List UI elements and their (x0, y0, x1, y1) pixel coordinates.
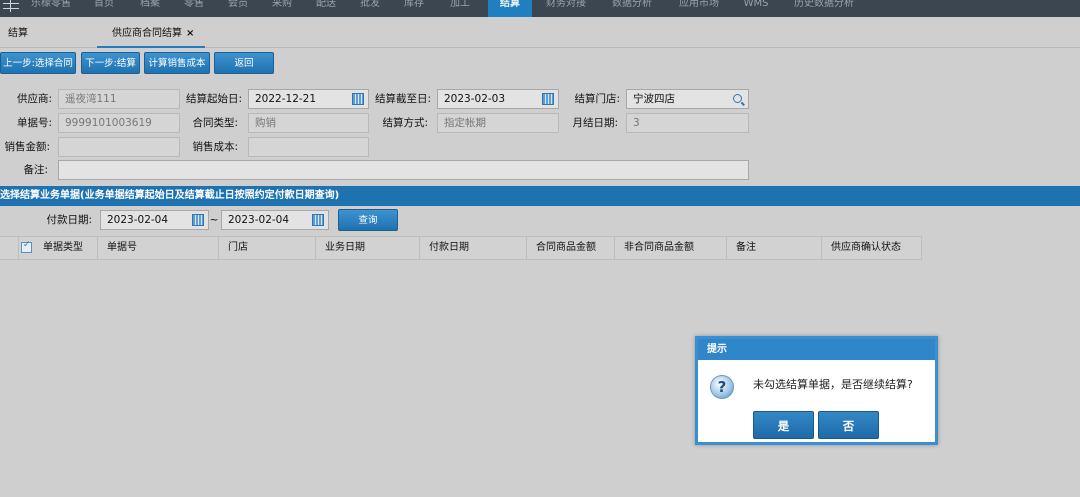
nav-item-finance[interactable]: 财务对接 (540, 0, 592, 17)
settle-method-field: 指定帐期 (437, 113, 559, 133)
pay-date-from-value: 2023-02-04 (107, 214, 169, 226)
nav-item-wms[interactable]: WMS (738, 0, 774, 17)
contract-type-label: 合同类型: (192, 117, 238, 129)
calc-sales-cost-button[interactable]: 计算销售成本 (144, 52, 210, 74)
calendar-icon[interactable] (542, 93, 554, 105)
dialog-message: 未勾选结算单据，是否继续结算? (753, 378, 913, 391)
select-all-checkbox[interactable] (21, 240, 32, 253)
nav-item-retail[interactable]: 零售 (176, 0, 212, 17)
pay-date-from-field[interactable]: 2023-02-04 (100, 210, 209, 230)
end-date-field[interactable]: 2023-02-03 (437, 89, 559, 109)
column-business-date[interactable]: 业务日期 (316, 237, 420, 259)
tab-label: 结算 (8, 28, 28, 39)
end-date-value: 2023-02-03 (444, 93, 506, 105)
nav-item-analytics[interactable]: 数据分析 (604, 0, 660, 17)
nav-item-settlement[interactable]: 结算 (488, 0, 532, 17)
row-number-column (0, 237, 19, 259)
tab-supplier-contract-settlement[interactable]: 供应商合同结算 × (97, 17, 205, 48)
start-date-field[interactable]: 2022-12-21 (248, 89, 369, 109)
table-header: 单据类型 单据号 门店 业务日期 付款日期 合同商品金额 非合同商品金额 备注 … (0, 236, 922, 260)
sales-cost-field (248, 137, 369, 157)
nav-item-inventory[interactable]: 库存 (396, 0, 432, 17)
nav-item-archive[interactable]: 档案 (132, 0, 168, 17)
column-noncontract-amount[interactable]: 非合同商品金额 (615, 237, 727, 259)
settle-method-label: 结算方式: (382, 117, 428, 129)
column-supplier-confirm[interactable]: 供应商确认状态 (822, 237, 922, 259)
nav-item-processing[interactable]: 加工 (442, 0, 478, 17)
pay-date-label: 付款日期: (46, 214, 92, 226)
nav-item-distribution[interactable]: 配送 (308, 0, 344, 17)
month-day-field: 3 (626, 113, 749, 133)
column-doc-number[interactable]: 单据号 (98, 237, 219, 259)
tab-bar: 结算 供应商合同结算 × (0, 17, 1080, 48)
date-range-separator: ~ (209, 214, 219, 226)
question-icon: ? (710, 375, 734, 399)
sales-amount-field (58, 137, 180, 157)
top-nav: 乐檬零售 首页 档案 零售 会员 采购 配送 批发 库存 加工 结算 财务对接 … (0, 0, 1080, 17)
column-doc-type[interactable]: 单据类型 (34, 237, 98, 259)
nav-item-purchase[interactable]: 采购 (264, 0, 300, 17)
tab-label: 供应商合同结算 (112, 28, 182, 39)
sales-amount-label: 销售金额: (4, 141, 50, 153)
calendar-icon[interactable] (312, 214, 324, 226)
dialog-title: 提示 (698, 339, 935, 360)
nav-item-wholesale[interactable]: 批发 (352, 0, 388, 17)
column-note[interactable]: 备注 (727, 237, 822, 259)
store-field[interactable]: 宁波四店 (626, 89, 749, 109)
nav-item-app-market[interactable]: 应用市场 (672, 0, 726, 17)
end-date-label: 结算截至日: (374, 93, 431, 105)
next-step-button[interactable]: 下一步:结算 (81, 52, 140, 74)
prev-step-button[interactable]: 上一步:选择合同 (0, 52, 76, 74)
contract-type-field: 购销 (248, 113, 369, 133)
no-button[interactable]: 否 (818, 411, 879, 439)
pay-date-to-value: 2023-02-04 (228, 214, 290, 226)
column-contract-amount[interactable]: 合同商品金额 (527, 237, 615, 259)
close-icon[interactable]: × (186, 28, 194, 39)
doc-number-label: 单据号: (16, 117, 52, 129)
column-pay-date[interactable]: 付款日期 (420, 237, 527, 259)
calendar-icon[interactable] (192, 214, 204, 226)
yes-button[interactable]: 是 (753, 411, 814, 439)
section-title: 选择结算业务单据(业务单据结算起始日及结算截止日按照约定付款日期查询) (0, 186, 1080, 206)
nav-item-member[interactable]: 会员 (220, 0, 256, 17)
store-value: 宁波四店 (633, 93, 675, 105)
back-button[interactable]: 返回 (214, 52, 274, 74)
calendar-icon[interactable] (352, 93, 364, 105)
start-date-label: 结算起始日: (185, 93, 242, 105)
pay-date-to-field[interactable]: 2023-02-04 (221, 210, 329, 230)
column-store[interactable]: 门店 (219, 237, 316, 259)
tab-settlement[interactable]: 结算 (8, 17, 28, 48)
search-icon[interactable] (733, 94, 742, 103)
note-field[interactable] (58, 160, 749, 180)
nav-item-history[interactable]: 历史数据分析 (788, 0, 860, 17)
query-button[interactable]: 查询 (338, 209, 398, 231)
grid-menu-icon[interactable] (3, 0, 19, 12)
month-day-label: 月结日期: (572, 117, 618, 129)
start-date-value: 2022-12-21 (255, 93, 317, 105)
nav-item-brand[interactable]: 乐檬零售 (26, 0, 76, 17)
store-label: 结算门店: (574, 93, 620, 105)
doc-number-field: 9999101003619 (58, 113, 180, 133)
sales-cost-label: 销售成本: (192, 141, 238, 153)
nav-item-home[interactable]: 首页 (86, 0, 122, 17)
confirm-dialog: 提示 ? 未勾选结算单据，是否继续结算? 是 否 (695, 336, 938, 445)
supplier-field: 遥夜湾111 (58, 89, 180, 109)
supplier-label: 供应商: (16, 93, 52, 105)
note-label: 备注: (23, 164, 48, 176)
